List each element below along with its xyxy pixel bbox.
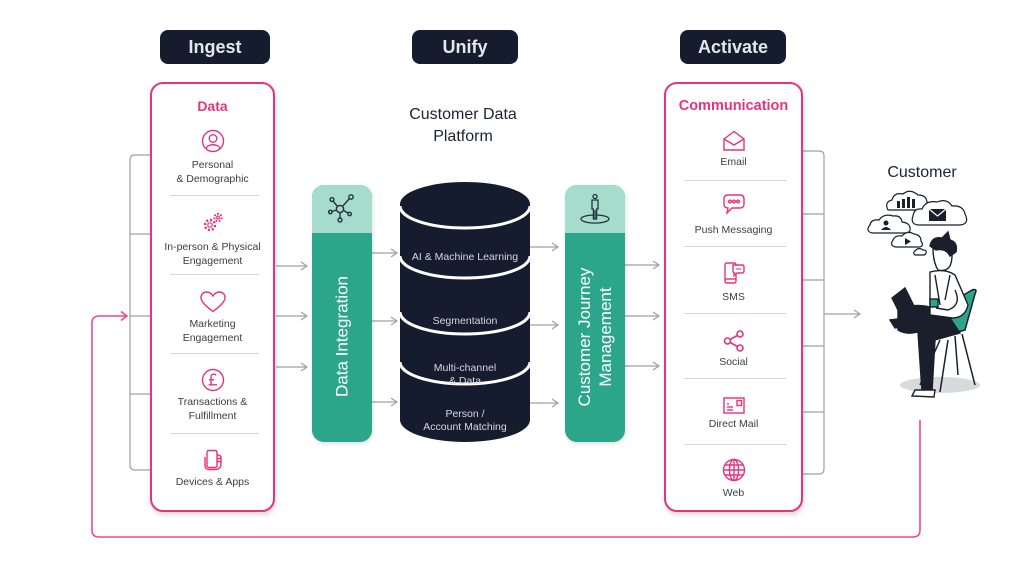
customer-journey-icon-area <box>565 185 625 233</box>
stage-unify-label: Unify <box>412 30 518 64</box>
segment-label-line: Segmentation <box>432 315 498 327</box>
network-icon <box>327 194 354 223</box>
cdp-title-line: Customer Data <box>409 106 517 123</box>
data-item-inperson-physical: In-person & Physical Engagement <box>152 241 273 268</box>
item-label-line: Transactions & <box>177 396 248 408</box>
comm-item-direct-mail: Direct Mail <box>708 418 759 430</box>
divider <box>684 378 786 379</box>
bar-label-line: Management <box>596 287 615 387</box>
comm-item-sms: SMS <box>722 291 745 303</box>
chat-bubble-icon <box>722 192 746 216</box>
cylinder-top <box>400 182 530 226</box>
pound-coin-icon <box>201 368 225 392</box>
bar-label-line: Customer Journey <box>575 267 594 407</box>
cdp-title-line: Platform <box>433 128 493 145</box>
item-label-line: Devices & Apps <box>175 476 250 488</box>
person-circle-icon <box>201 129 225 153</box>
person <box>888 230 969 398</box>
data-item-marketing-engagement: Marketing Engagement <box>152 318 273 345</box>
divider <box>684 313 786 314</box>
item-label-line: In-person & Physical <box>164 241 261 253</box>
journey-to-communication-arrows <box>625 260 661 371</box>
comm-item-push-messaging: Push Messaging <box>694 224 773 236</box>
data-item-personal-demographic: Personal & Demographic <box>152 159 273 186</box>
customer-journey-bar: Customer Journey Management <box>565 185 625 442</box>
cdp-diagram: Ingest Unify Activate Data Personal & De… <box>0 0 1024 576</box>
data-to-integration-arrows <box>276 261 309 372</box>
cdp-segment-multichannel: Multi-channel & Data <box>400 362 530 388</box>
data-panel: Data Personal & Demographic In-person & … <box>150 82 275 512</box>
activate-bracket <box>802 150 862 475</box>
gears-icon <box>201 211 225 235</box>
cdp-title: Customer Data Platform <box>363 104 563 148</box>
item-label-line: Marketing <box>189 318 236 330</box>
divider <box>170 353 259 354</box>
communication-panel: Communication Email Push Messaging SMS S… <box>664 82 803 512</box>
comm-item-social: Social <box>719 356 748 368</box>
customer-illustration <box>867 190 980 398</box>
data-integration-bar: Data Integration <box>312 185 372 442</box>
segment-label-line: & Data <box>448 375 482 387</box>
item-label-line: Fulfillment <box>188 409 237 422</box>
person-on-target-icon <box>580 193 610 224</box>
phone-in-hand-icon <box>201 448 225 472</box>
divider <box>684 180 786 181</box>
divider <box>684 444 786 445</box>
data-integration-icon-area <box>312 185 372 233</box>
segment-label-line: Account Matching <box>423 421 507 433</box>
item-label-line: & Demographic <box>176 172 249 185</box>
divider <box>170 274 259 275</box>
share-icon <box>722 329 746 353</box>
item-label-line: Engagement <box>182 254 243 267</box>
open-envelope-icon <box>722 129 746 153</box>
stage-ingest-label: Ingest <box>160 30 270 64</box>
cdp-segment-segmentation: Segmentation <box>400 315 530 328</box>
comm-item-web: Web <box>722 487 745 499</box>
data-item-devices-apps: Devices & Apps <box>152 476 273 490</box>
integration-to-cdp-arrows <box>372 248 399 407</box>
segment-label-line: Person / <box>445 408 485 420</box>
segment-label-line: AI & Machine Learning <box>411 251 519 263</box>
divider <box>170 195 259 196</box>
stage-activate-label: Activate <box>680 30 786 64</box>
customer-title: Customer <box>887 164 957 181</box>
data-integration-label: Data Integration <box>332 237 353 437</box>
globe-icon <box>722 458 746 482</box>
postcard-icon <box>722 394 746 418</box>
segment-label-line: Multi-channel <box>433 362 497 374</box>
data-panel-title: Data <box>197 98 228 114</box>
comm-item-email: Email <box>720 156 747 168</box>
communication-panel-title: Communication <box>678 98 789 114</box>
sms-phone-icon <box>722 261 746 285</box>
data-item-transactions-fulfillment: Transactions & Fulfillment <box>152 396 273 423</box>
item-label-line: Engagement <box>182 331 243 344</box>
cloud-person <box>867 214 911 234</box>
divider <box>684 246 786 247</box>
cloud-small <box>913 247 927 256</box>
heart-icon <box>199 290 227 314</box>
cdp-segment-ai-ml: AI & Machine Learning <box>400 251 530 264</box>
divider <box>170 433 259 434</box>
bar-label-line: Data Integration <box>332 276 352 397</box>
item-label-line: Personal <box>191 159 234 171</box>
ingest-bracket <box>129 154 150 471</box>
customer-journey-label: Customer Journey Management <box>574 237 616 437</box>
cdp-segment-person-matching: Person / Account Matching <box>400 408 530 434</box>
